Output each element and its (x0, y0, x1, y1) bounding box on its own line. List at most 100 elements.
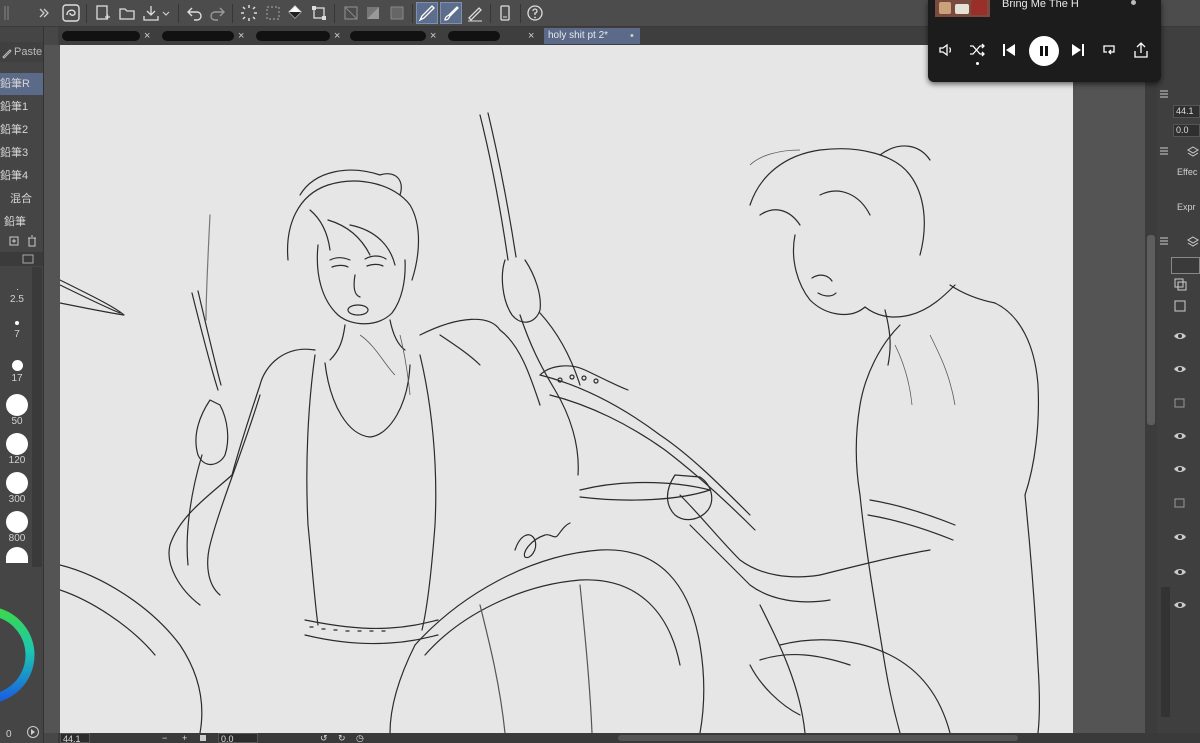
clip-studio-logo-icon[interactable] (60, 2, 82, 24)
fill-bucket-icon[interactable] (284, 2, 306, 24)
sub-tool-item[interactable]: 鉛筆2 (0, 119, 43, 141)
layer-visibility-eye-icon[interactable] (1173, 398, 1187, 408)
pause-button[interactable] (1029, 36, 1059, 66)
layers-icon[interactable] (1187, 236, 1199, 248)
tab-close-icon[interactable]: × (144, 28, 150, 44)
layer-visibility-eye-icon[interactable] (1173, 431, 1187, 441)
layer-visibility-eye-icon[interactable] (1173, 464, 1187, 474)
redacted-title (350, 31, 426, 41)
reference-layer-icon[interactable] (1173, 299, 1187, 313)
pen-tool-icon[interactable] (416, 2, 438, 24)
duplicate-icon[interactable] (8, 235, 20, 247)
save-dropdown-icon[interactable] (160, 2, 172, 24)
layer-property-icon[interactable] (1187, 146, 1199, 158)
new-file-icon[interactable] (92, 2, 114, 24)
hamburger-icon[interactable] (1159, 236, 1169, 246)
sub-tool-item[interactable]: 鉛筆1 (0, 96, 43, 118)
tab-close-icon[interactable]: × (334, 28, 340, 44)
zoom-out-icon[interactable]: − (162, 733, 167, 743)
document-tab[interactable]: × (158, 28, 250, 44)
layer-list-scrollbar[interactable] (1161, 587, 1170, 717)
hamburger-icon[interactable] (1159, 146, 1169, 156)
loading-spinner-icon[interactable] (238, 2, 260, 24)
help-icon[interactable] (524, 2, 546, 24)
zoom-in-icon[interactable]: + (182, 733, 187, 743)
layer-visibility-eye-icon[interactable] (1173, 331, 1187, 341)
pencil-tool-icon[interactable] (464, 2, 486, 24)
player-menu-icon[interactable] (1131, 0, 1136, 5)
document-tab[interactable]: × (60, 28, 156, 44)
color-toggle-icon[interactable] (26, 725, 40, 739)
save-icon[interactable] (140, 2, 162, 24)
undo-icon[interactable] (184, 2, 206, 24)
clear-outside-icon[interactable] (362, 2, 384, 24)
fill-selection-icon[interactable] (386, 2, 408, 24)
sub-tool-item[interactable]: 鉛筆3 (0, 142, 43, 164)
repeat-icon[interactable] (1099, 40, 1119, 60)
brush-size-option[interactable] (2, 547, 32, 563)
sub-tool-item[interactable]: 鉛筆R (0, 73, 43, 95)
sub-tool-item[interactable]: 鉛筆4 (0, 165, 43, 187)
size-dot (16, 289, 18, 290)
drawing-canvas[interactable] (60, 45, 1073, 733)
brush-size-option[interactable]: 7 (2, 321, 32, 340)
layer-visibility-eye-icon[interactable] (1173, 600, 1187, 610)
selection-dotted-icon[interactable] (262, 2, 284, 24)
volume-icon[interactable] (936, 40, 956, 60)
sub-tool-item[interactable]: 鉛筆 (0, 211, 43, 233)
size-dot (6, 511, 28, 533)
rotation-field[interactable]: 0.0 (218, 733, 258, 743)
tab-close-icon[interactable]: × (528, 28, 534, 44)
blend-mode-select[interactable] (1171, 257, 1200, 274)
canvas-horizontal-scrollbar[interactable] (618, 735, 1018, 741)
redo-icon[interactable] (206, 2, 228, 24)
trash-icon[interactable] (26, 235, 38, 247)
tablet-icon[interactable] (494, 2, 516, 24)
brush-size-option[interactable]: 2.5 (2, 289, 32, 305)
pencil-small-icon (2, 49, 12, 59)
shuffle-icon[interactable] (967, 40, 987, 60)
brush-size-scrollbar[interactable] (32, 267, 42, 567)
fit-view-icon[interactable] (200, 735, 206, 741)
tab-close-icon[interactable]: × (430, 28, 436, 44)
clear-layer-icon[interactable] (340, 2, 362, 24)
zoom-field[interactable]: 44.1 (60, 733, 90, 743)
navigator-zoom-field[interactable]: 44.1 (1173, 105, 1200, 118)
transform-icon[interactable] (308, 2, 330, 24)
brush-size-option[interactable]: 800 (2, 511, 32, 544)
tab-modified-dot[interactable]: • (630, 28, 634, 44)
scrollbar-thumb[interactable] (1147, 235, 1155, 425)
document-tab-active[interactable]: holy shit pt 2* • (544, 28, 640, 44)
navigator-rotation-field[interactable]: 0.0 (1173, 124, 1200, 137)
previous-icon[interactable] (999, 40, 1019, 60)
tab-close-icon[interactable]: × (238, 28, 244, 44)
tool-property-header (0, 252, 43, 266)
document-tab[interactable]: × (444, 28, 540, 44)
layer-visibility-eye-icon[interactable] (1173, 532, 1187, 542)
layer-visibility-eye-icon[interactable] (1173, 567, 1187, 577)
brush-size-option[interactable]: 50 (2, 394, 32, 427)
brush-tool-icon[interactable] (440, 2, 462, 24)
next-icon[interactable] (1068, 40, 1088, 60)
brush-size-option[interactable]: 300 (2, 472, 32, 505)
layer-visibility-eye-icon[interactable] (1173, 498, 1187, 508)
layer-visibility-eye-icon[interactable] (1173, 364, 1187, 374)
share-icon[interactable] (1131, 40, 1151, 60)
rotate-left-icon[interactable]: ↺ (320, 733, 328, 743)
document-tab[interactable]: × (346, 28, 442, 44)
open-folder-icon[interactable] (116, 2, 138, 24)
document-tab[interactable]: × (252, 28, 344, 44)
canvas-workspace[interactable] (44, 45, 1145, 733)
copy-layer-icon[interactable] (1173, 277, 1187, 291)
expand-chevron-icon[interactable] (38, 2, 50, 24)
sub-tool-item[interactable]: 混合 (0, 188, 43, 210)
reset-rotation-icon[interactable]: ◷ (356, 733, 364, 743)
color-wheel[interactable] (0, 595, 36, 715)
brush-size-option[interactable]: 120 (2, 433, 32, 466)
rotate-right-icon[interactable]: ↻ (338, 733, 346, 743)
hamburger-icon[interactable] (1159, 89, 1169, 99)
panel-menu-icon[interactable] (22, 254, 34, 264)
brush-size-option[interactable]: 17 (2, 360, 32, 384)
canvas-vertical-scrollbar[interactable] (1145, 45, 1157, 733)
toolbar-grip-icon[interactable] (2, 2, 12, 24)
